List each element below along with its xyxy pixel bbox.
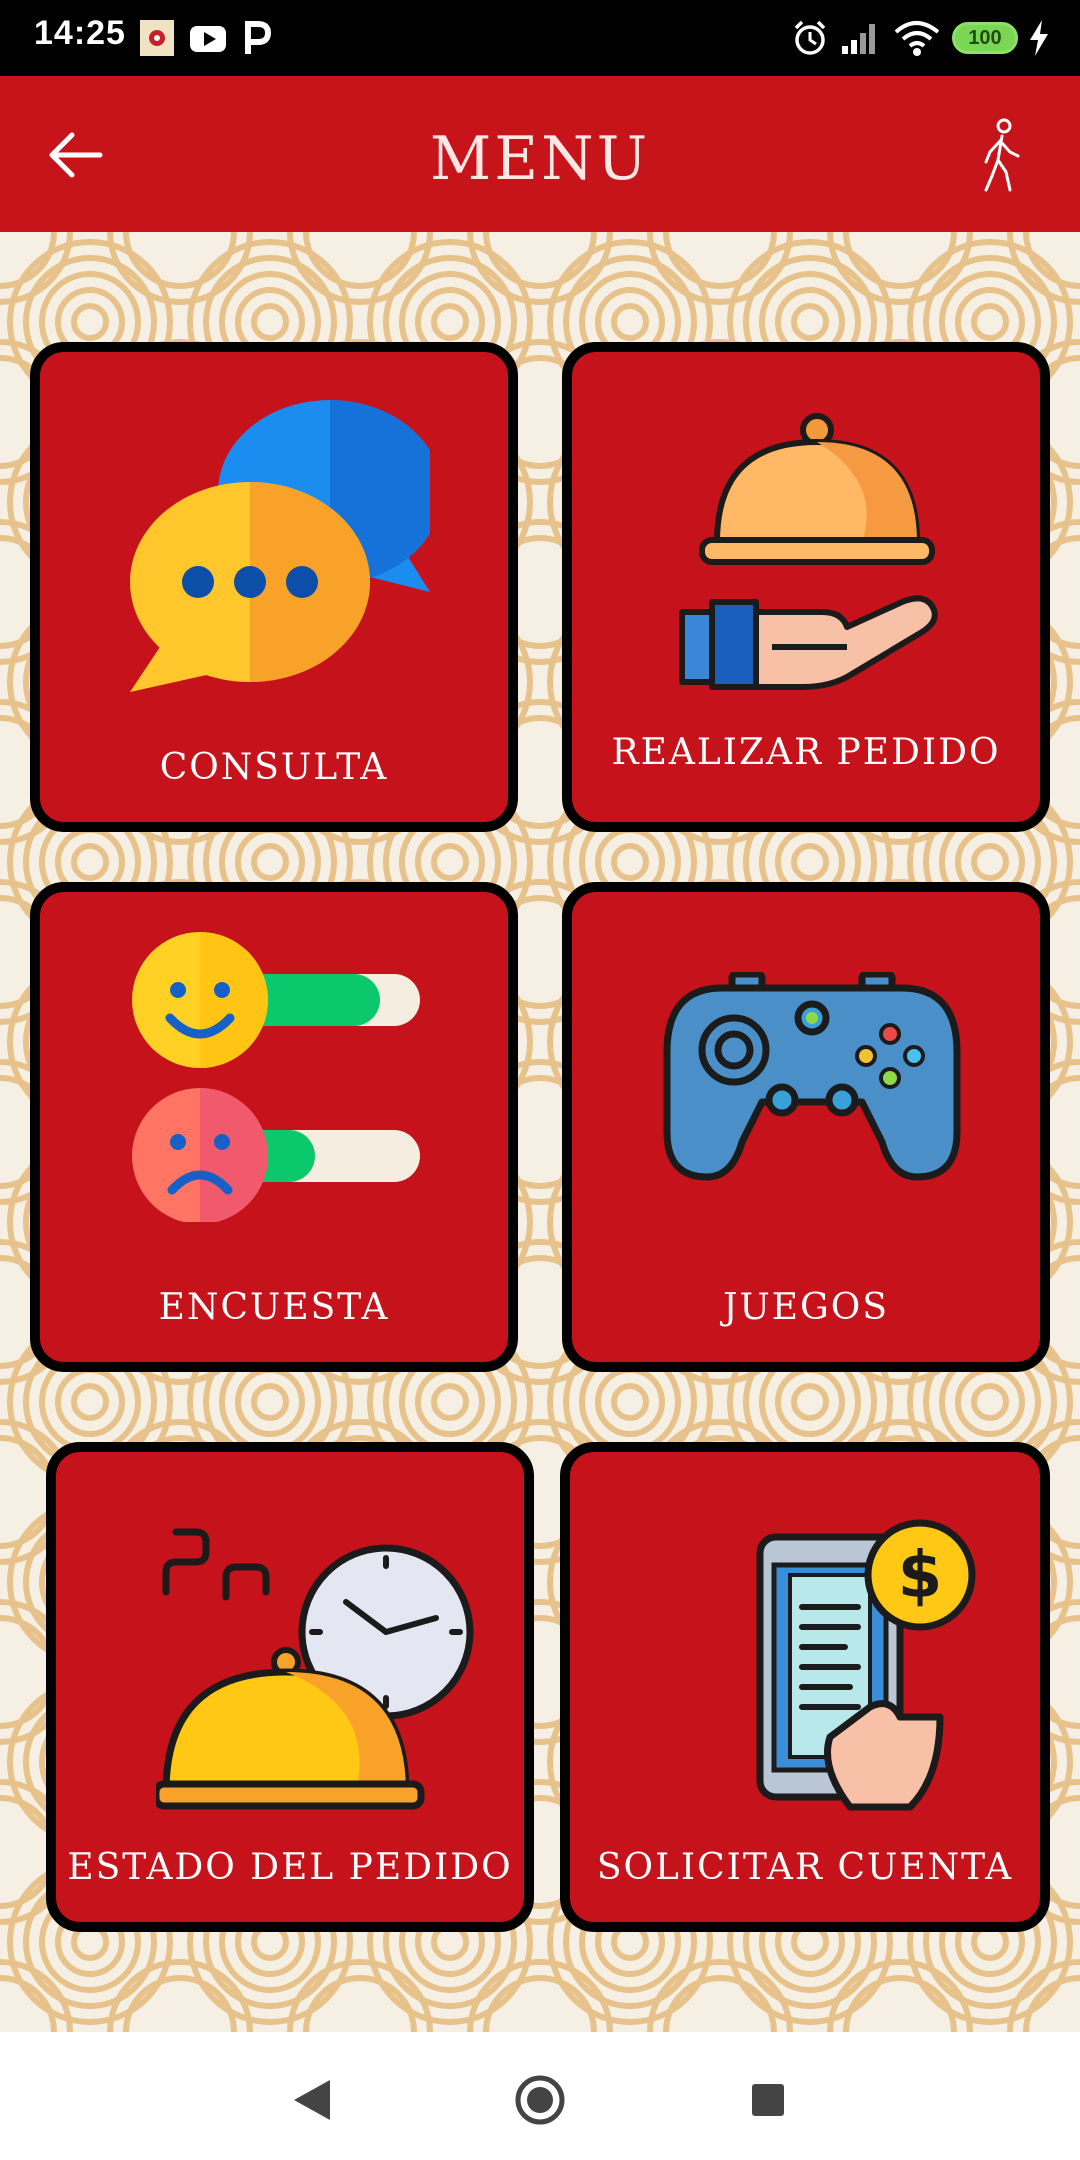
signal-icon <box>842 24 875 54</box>
menu-card-solicitar-cuenta[interactable]: $ SOLICITAR CUENTA <box>560 1442 1050 1932</box>
app-notification-icon <box>140 20 174 56</box>
card-label: ESTADO DEL PEDIDO <box>67 1847 513 1888</box>
menu-card-realizar-pedido[interactable]: REALIZAR PEDIDO <box>562 342 1050 832</box>
survey-faces-icon <box>132 932 420 1222</box>
menu-card-estado-del-pedido[interactable]: ESTADO DEL PEDIDO <box>46 1442 534 1932</box>
card-label: CONSULTA <box>159 747 389 788</box>
card-label: ENCUESTA <box>158 1287 390 1328</box>
alarm-icon <box>794 20 826 55</box>
svg-text:$: $ <box>898 1539 943 1613</box>
charging-icon <box>1030 20 1048 56</box>
walking-person-icon[interactable] <box>972 116 1032 196</box>
status-bar: 14:25 100 <box>0 0 1080 76</box>
recents-square-icon[interactable] <box>740 2072 796 2128</box>
serving-cloche-hand-icon <box>679 413 938 690</box>
system-nav-bar <box>0 2032 1080 2160</box>
card-label: SOLICITAR CUENTA <box>596 1847 1014 1888</box>
parking-p-icon <box>245 21 272 54</box>
chat-bubbles-icon <box>130 400 430 692</box>
status-time: 14:25 <box>34 14 126 52</box>
menu-card-consulta[interactable]: CONSULTA <box>30 342 518 832</box>
battery-icon: 100 <box>952 22 1018 54</box>
app-bar: MENU <box>0 76 1080 232</box>
menu-content: CONSULTA REALIZAR PEDIDO ENCUESTA JUEGOS… <box>0 232 1080 2032</box>
card-label: REALIZAR PEDIDO <box>611 732 1001 773</box>
wifi-icon <box>894 21 940 56</box>
gamepad-icon <box>663 972 961 1181</box>
cloche-clock-icon <box>156 1528 474 1810</box>
home-circle-icon[interactable] <box>512 2072 568 2128</box>
phone-bill-icon: $ <box>756 1519 976 1811</box>
back-triangle-icon[interactable] <box>284 2072 340 2128</box>
menu-card-encuesta[interactable]: ENCUESTA <box>30 882 518 1372</box>
card-label: JUEGOS <box>723 1287 889 1328</box>
youtube-icon <box>190 26 226 52</box>
menu-card-juegos[interactable]: JUEGOS <box>562 882 1050 1372</box>
page-title: MENU <box>429 124 651 194</box>
